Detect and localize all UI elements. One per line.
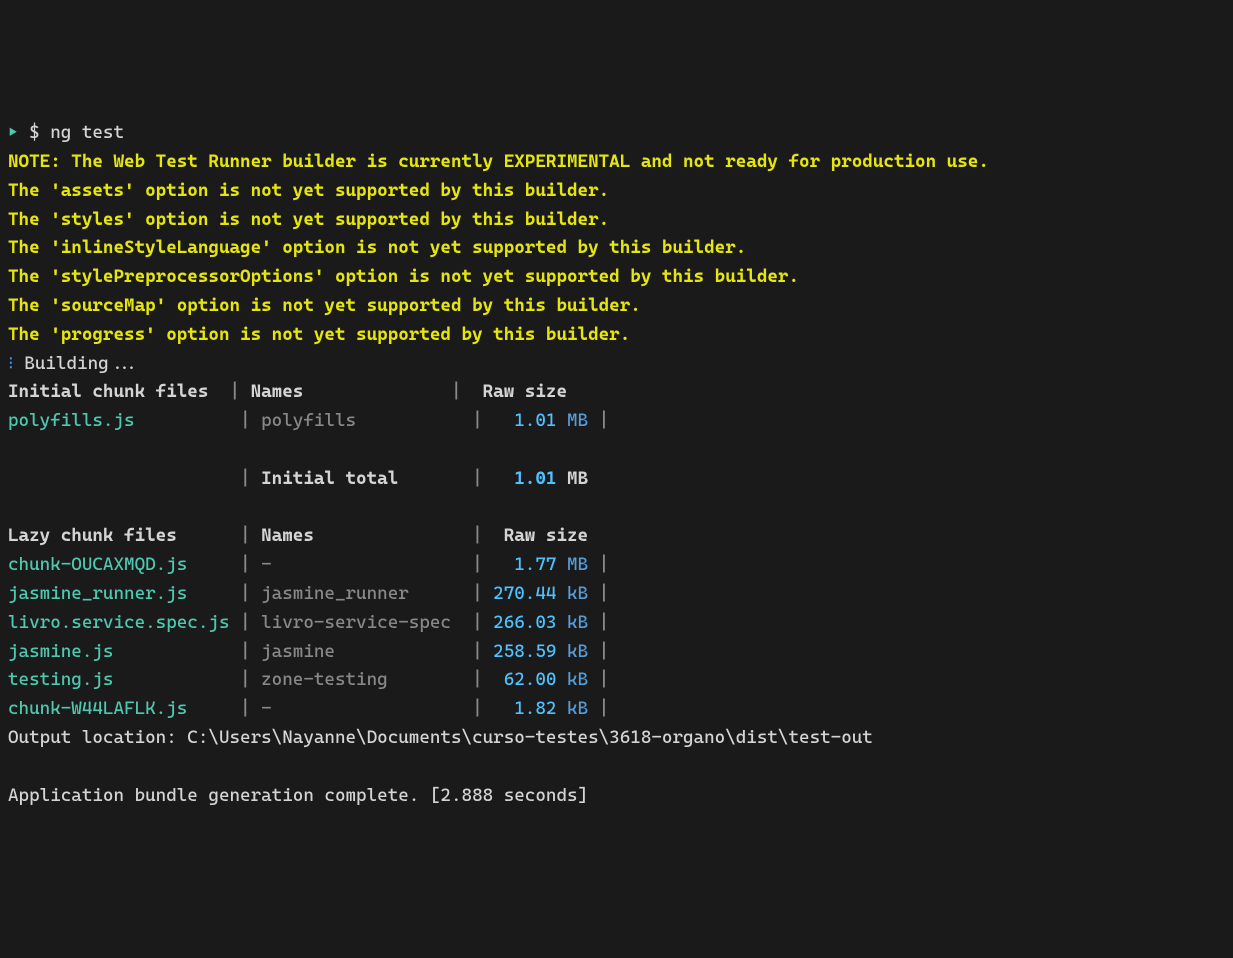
lazy-row: chunk-OUCAXMQD.js | - | 1.77 MB | (8, 551, 1225, 580)
warning-source-map: The 'sourceMap' option is not yet suppor… (8, 292, 1225, 321)
lazy-row: testing.js | zone-testing | 62.00 kB | (8, 666, 1225, 695)
initial-total-val: 1.01 (493, 468, 556, 489)
lazy-size-unit: kB (567, 698, 588, 719)
initial-row: polyfills.js | polyfills | 1.01 MB | (8, 407, 1225, 436)
completion-message: Application bundle generation complete. … (8, 782, 1225, 811)
initial-size-unit: MB (567, 410, 588, 431)
lazy-size-unit: MB (567, 554, 588, 575)
lazy-header-names: Names (261, 525, 314, 546)
lazy-row: chunk-W44LAFLK.js | - | 1.82 kB | (8, 695, 1225, 724)
lazy-row: jasmine_runner.js | jasmine_runner | 270… (8, 580, 1225, 609)
lazy-name: livro-service-spec (261, 612, 451, 633)
lazy-size-unit: kB (567, 583, 588, 604)
lazy-row: jasmine.js | jasmine | 258.59 kB | (8, 638, 1225, 667)
lazy-name: - (261, 698, 272, 719)
warning-style-preprocessor-options: The 'stylePreprocessorOptions' option is… (8, 263, 1225, 292)
lazy-file: chunk-W44LAFLK.js (8, 698, 187, 719)
lazy-header-files: Lazy chunk files (8, 525, 177, 546)
output-location-path: C:\Users\Nayanne\Documents\curso-testes\… (187, 727, 873, 748)
warning-inline-style-language: The 'inlineStyleLanguage' option is not … (8, 234, 1225, 263)
lazy-size-val: 1.77 (493, 554, 556, 575)
warning-progress: The 'progress' option is not yet support… (8, 321, 1225, 350)
lazy-row: livro.service.spec.js | livro-service-sp… (8, 609, 1225, 638)
lazy-header-size: Raw size (504, 525, 588, 546)
initial-total-unit: MB (567, 468, 588, 489)
command-line: ▸ $ ng test (8, 119, 1225, 148)
lazy-file: testing.js (8, 669, 113, 690)
lazy-name: - (261, 554, 272, 575)
output-location-label: Output location: (8, 727, 187, 748)
lazy-size-val: 270.44 (493, 583, 556, 604)
lazy-size-val: 258.59 (493, 641, 556, 662)
initial-total: | Initial total | 1.01 MB (8, 465, 1225, 494)
terminal-output: ▸ $ ng testNOTE: The Web Test Runner bui… (8, 119, 1225, 810)
initial-header-size: Raw size (483, 381, 567, 402)
prompt-symbol: $ (29, 122, 40, 143)
initial-header-names: Names (251, 381, 304, 402)
warning-styles: The 'styles' option is not yet supported… (8, 206, 1225, 235)
warning-assets: The 'assets' option is not yet supported… (8, 177, 1225, 206)
lazy-name: zone-testing (261, 669, 388, 690)
lazy-size-unit: kB (567, 641, 588, 662)
lazy-size-unit: kB (567, 612, 588, 633)
lazy-name: jasmine (261, 641, 335, 662)
initial-file: polyfills.js (8, 410, 135, 431)
lazy-size-val: 266.03 (493, 612, 556, 633)
lazy-file: chunk-OUCAXMQD.js (8, 554, 187, 575)
building-line: ⁝ Building... (8, 350, 1225, 379)
lazy-file: jasmine.js (8, 641, 113, 662)
command-text: ng test (50, 122, 124, 143)
lazy-size-unit: kB (567, 669, 588, 690)
initial-header: Initial chunk files | Names | Raw size (8, 378, 1225, 407)
initial-name: polyfills (261, 410, 356, 431)
lazy-name: jasmine_runner (261, 583, 409, 604)
initial-total-label: Initial total (261, 468, 398, 489)
prompt-marker: ▸ (8, 122, 19, 143)
initial-header-files: Initial chunk files (8, 381, 208, 402)
initial-size-val: 1.01 (493, 410, 556, 431)
lazy-file: jasmine_runner.js (8, 583, 187, 604)
lazy-header: Lazy chunk files | Names | Raw size (8, 522, 1225, 551)
lazy-size-val: 1.82 (493, 698, 556, 719)
building-text: Building... (24, 353, 140, 374)
warning-note: NOTE: The Web Test Runner builder is cur… (8, 148, 1225, 177)
lazy-file: livro.service.spec.js (8, 612, 229, 633)
lazy-size-val: 62.00 (493, 669, 556, 690)
output-location: Output location: C:\Users\Nayanne\Docume… (8, 724, 1225, 753)
building-icon: ⁝ (8, 353, 14, 374)
